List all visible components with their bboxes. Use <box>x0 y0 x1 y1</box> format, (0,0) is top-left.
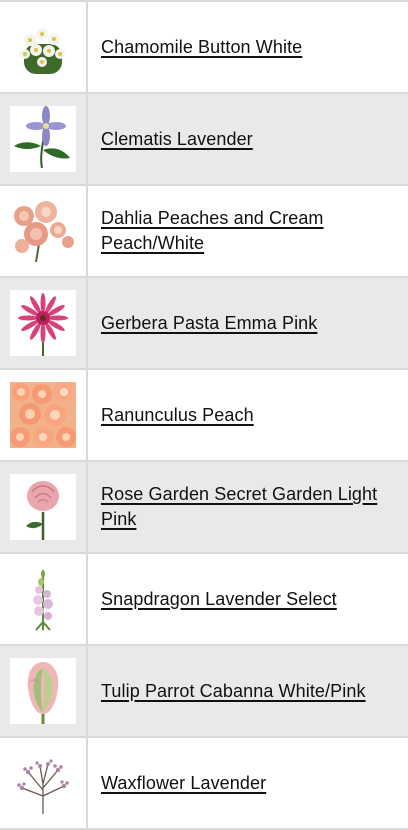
thumbnail-cell <box>0 462 88 552</box>
thumbnail-cell <box>0 94 88 184</box>
thumbnail-cell <box>0 186 88 276</box>
product-table: Chamomile Button White Clematis Lavender… <box>0 0 408 830</box>
product-link[interactable]: Clematis Lavender <box>101 127 253 152</box>
product-name-cell: Dahlia Peaches and Cream Peach/White <box>88 186 408 276</box>
table-row: Waxflower Lavender <box>0 738 408 830</box>
product-link[interactable]: Snapdragon Lavender Select <box>101 587 337 612</box>
thumbnail-cell <box>0 738 88 828</box>
product-link[interactable]: Rose Garden Secret Garden Light Pink <box>101 482 394 532</box>
product-link[interactable]: Tulip Parrot Cabanna White/Pink <box>101 679 366 704</box>
rose-flower-icon[interactable] <box>10 474 76 540</box>
clematis-flower-icon[interactable] <box>10 106 76 172</box>
table-row: Snapdragon Lavender Select <box>0 554 408 646</box>
thumbnail-cell <box>0 2 88 92</box>
product-name-cell: Tulip Parrot Cabanna White/Pink <box>88 646 408 736</box>
chamomile-flower-icon[interactable] <box>10 14 76 80</box>
table-row: Clematis Lavender <box>0 94 408 186</box>
gerbera-flower-icon[interactable] <box>10 290 76 356</box>
product-name-cell: Rose Garden Secret Garden Light Pink <box>88 462 408 552</box>
product-name-cell: Chamomile Button White <box>88 2 408 92</box>
thumbnail-cell <box>0 554 88 644</box>
table-row: Gerbera Pasta Emma Pink <box>0 278 408 370</box>
waxflower-icon[interactable] <box>10 750 76 816</box>
ranunculus-flower-icon[interactable] <box>10 382 76 448</box>
product-link[interactable]: Dahlia Peaches and Cream Peach/White <box>101 206 394 256</box>
thumbnail-cell <box>0 646 88 736</box>
table-row: Chamomile Button White <box>0 2 408 94</box>
product-link[interactable]: Ranunculus Peach <box>101 403 254 428</box>
table-row: Tulip Parrot Cabanna White/Pink <box>0 646 408 738</box>
product-name-cell: Waxflower Lavender <box>88 738 408 828</box>
table-row: Rose Garden Secret Garden Light Pink <box>0 462 408 554</box>
thumbnail-cell <box>0 370 88 460</box>
product-name-cell: Ranunculus Peach <box>88 370 408 460</box>
snapdragon-flower-icon[interactable] <box>10 566 76 632</box>
tulip-flower-icon[interactable] <box>10 658 76 724</box>
dahlia-flower-icon[interactable] <box>10 198 76 264</box>
product-link[interactable]: Gerbera Pasta Emma Pink <box>101 311 317 336</box>
product-name-cell: Clematis Lavender <box>88 94 408 184</box>
table-row: Dahlia Peaches and Cream Peach/White <box>0 186 408 278</box>
product-link[interactable]: Chamomile Button White <box>101 35 302 60</box>
table-row: Ranunculus Peach <box>0 370 408 462</box>
thumbnail-cell <box>0 278 88 368</box>
product-name-cell: Snapdragon Lavender Select <box>88 554 408 644</box>
product-link[interactable]: Waxflower Lavender <box>101 771 266 796</box>
product-name-cell: Gerbera Pasta Emma Pink <box>88 278 408 368</box>
